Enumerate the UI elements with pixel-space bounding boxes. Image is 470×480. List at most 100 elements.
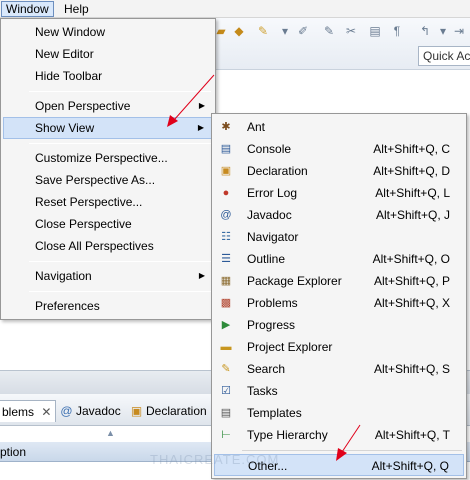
tab-problems[interactable]: blems ✕ bbox=[0, 400, 57, 422]
view-item-shortcut: Alt+Shift+Q, D bbox=[373, 164, 450, 178]
menu-item-customize-perspective[interactable]: Customize Perspective... bbox=[3, 147, 213, 169]
progress-icon: ▶ bbox=[221, 319, 231, 331]
open-type-icon[interactable]: ◆ bbox=[232, 24, 246, 38]
view-item-label: Console bbox=[247, 142, 292, 156]
view-item-navigator[interactable]: ☷ Navigator bbox=[214, 226, 464, 248]
view-item-project-explorer[interactable]: ▬ Project Explorer bbox=[214, 336, 464, 358]
view-item-search[interactable]: ✎ Search Alt+Shift+Q, S bbox=[214, 358, 464, 380]
view-item-label: Templates bbox=[247, 406, 302, 420]
menu-separator bbox=[242, 450, 462, 451]
whitespace-icon[interactable]: ¶ bbox=[390, 24, 404, 38]
view-item-declaration[interactable]: ▣ Declaration Alt+Shift+Q, D bbox=[214, 160, 464, 182]
menu-window[interactable]: Window bbox=[1, 1, 54, 17]
view-item-shortcut: Alt+Shift+Q, J bbox=[375, 208, 450, 222]
menu-help[interactable]: Help bbox=[60, 1, 93, 17]
back-dropdown-icon[interactable]: ▾ bbox=[436, 24, 450, 38]
menu-item-close-all-perspectives[interactable]: Close All Perspectives bbox=[3, 235, 213, 257]
project-explorer-icon: ▬ bbox=[220, 341, 232, 353]
declaration-icon: ▣ bbox=[130, 404, 143, 418]
back-icon[interactable]: ↰ bbox=[418, 24, 432, 38]
view-item-type-hierarchy[interactable]: ⊢ Type Hierarchy Alt+Shift+Q, T bbox=[214, 424, 464, 446]
menu-bar: Window Help bbox=[0, 0, 470, 18]
mark-icon[interactable]: ✎ bbox=[322, 24, 336, 38]
menu-item-new-window[interactable]: New Window bbox=[3, 21, 213, 43]
menu-item-save-perspective-as[interactable]: Save Perspective As... bbox=[3, 169, 213, 191]
edit-icon[interactable]: ✐ bbox=[296, 24, 310, 38]
menu-item-open-perspective[interactable]: Open Perspective ▶ bbox=[3, 95, 213, 117]
pen-icon[interactable]: ✎ bbox=[256, 24, 270, 38]
menu-item-label: Customize Perspective... bbox=[35, 151, 168, 165]
next-annotation-icon[interactable]: ✂ bbox=[344, 24, 358, 38]
open-folder-icon[interactable]: ▰ bbox=[214, 24, 228, 38]
view-item-label: Package Explorer bbox=[247, 274, 342, 288]
view-item-label: Progress bbox=[247, 318, 296, 332]
view-item-label: Javadoc bbox=[247, 208, 292, 222]
close-icon[interactable]: ✕ bbox=[41, 405, 51, 419]
menu-item-reset-perspective[interactable]: Reset Perspective... bbox=[3, 191, 213, 213]
menu-item-label: New Window bbox=[35, 25, 106, 39]
search-icon: ✎ bbox=[221, 363, 231, 375]
menu-separator bbox=[29, 91, 211, 92]
forward-icon[interactable]: ⇥ bbox=[452, 24, 466, 38]
sort-arrow-icon: ▲ bbox=[106, 428, 115, 438]
package-explorer-icon: ▦ bbox=[220, 275, 232, 287]
console-icon: ▤ bbox=[220, 143, 232, 155]
declaration-icon: ▣ bbox=[220, 165, 232, 177]
menu-item-new-editor[interactable]: New Editor bbox=[3, 43, 213, 65]
view-item-javadoc[interactable]: @ Javadoc Alt+Shift+Q, J bbox=[214, 204, 464, 226]
view-item-shortcut: Alt+Shift+Q, P bbox=[373, 274, 450, 288]
view-item-shortcut: Alt+Shift+Q, L bbox=[375, 186, 450, 200]
menu-item-close-perspective[interactable]: Close Perspective bbox=[3, 213, 213, 235]
watermark: THAICREATE.COM bbox=[150, 452, 280, 467]
view-item-problems[interactable]: ▩ Problems Alt+Shift+Q, X bbox=[214, 292, 464, 314]
submenu-arrow-icon: ▶ bbox=[198, 101, 205, 110]
view-item-console[interactable]: ▤ Console Alt+Shift+Q, C bbox=[214, 138, 464, 160]
menu-item-label: Close Perspective bbox=[35, 217, 132, 231]
tab-javadoc[interactable]: @ Javadoc bbox=[56, 400, 125, 422]
tab-label: Javadoc bbox=[76, 404, 121, 418]
view-item-error-log[interactable]: ● Error Log Alt+Shift+Q, L bbox=[214, 182, 464, 204]
view-item-tasks[interactable]: ☑ Tasks bbox=[214, 380, 464, 402]
javadoc-icon: @ bbox=[220, 209, 232, 221]
submenu-arrow-icon: ▶ bbox=[197, 123, 204, 132]
column-header-description[interactable]: ption bbox=[0, 445, 26, 459]
view-item-templates[interactable]: ▤ Templates bbox=[214, 402, 464, 424]
view-item-shortcut: Alt+Shift+Q, X bbox=[373, 296, 450, 310]
view-item-label: Ant bbox=[247, 120, 266, 134]
view-item-shortcut: Alt+Shift+Q, S bbox=[373, 362, 450, 376]
view-item-outline[interactable]: ☰ Outline Alt+Shift+Q, O bbox=[214, 248, 464, 270]
menu-item-navigation[interactable]: Navigation ▶ bbox=[3, 265, 213, 287]
menu-item-hide-toolbar[interactable]: Hide Toolbar bbox=[3, 65, 213, 87]
view-item-shortcut: Alt+Shift+Q, O bbox=[372, 252, 450, 266]
menu-item-label: Save Perspective As... bbox=[35, 173, 156, 187]
block-selection-icon[interactable]: ▤ bbox=[368, 24, 382, 38]
error-log-icon: ● bbox=[222, 187, 230, 199]
navigator-icon: ☷ bbox=[221, 231, 231, 243]
view-item-label: Search bbox=[247, 362, 286, 376]
view-item-ant[interactable]: ✱ Ant bbox=[214, 116, 464, 138]
menu-item-label: Open Perspective bbox=[35, 99, 131, 113]
tab-label: blems bbox=[2, 405, 35, 419]
view-item-label: Declaration bbox=[247, 164, 308, 178]
view-item-shortcut: Alt+Shift+Q, Q bbox=[371, 459, 449, 473]
view-item-label: Navigator bbox=[247, 230, 299, 244]
javadoc-icon: @ bbox=[60, 404, 73, 418]
view-item-label: Problems bbox=[247, 296, 298, 310]
menu-separator bbox=[29, 261, 211, 262]
menu-item-label: Reset Perspective... bbox=[35, 195, 143, 209]
view-item-package-explorer[interactable]: ▦ Package Explorer Alt+Shift+Q, P bbox=[214, 270, 464, 292]
menu-item-show-view[interactable]: Show View ▶ bbox=[3, 117, 213, 139]
tasks-icon: ☑ bbox=[221, 385, 231, 397]
menu-item-label: Navigation bbox=[35, 269, 92, 283]
menu-item-label: Show View bbox=[35, 121, 95, 135]
view-item-label: Project Explorer bbox=[247, 340, 333, 354]
menu-separator bbox=[29, 143, 211, 144]
dropdown-icon[interactable]: ▾ bbox=[278, 24, 292, 38]
quick-access-field[interactable]: Quick Ac bbox=[418, 46, 470, 66]
view-item-label: Outline bbox=[247, 252, 286, 266]
menu-item-preferences[interactable]: Preferences bbox=[3, 295, 213, 317]
view-item-progress[interactable]: ▶ Progress bbox=[214, 314, 464, 336]
window-menu: New Window New Editor Hide Toolbar Open … bbox=[0, 18, 216, 320]
tab-declaration[interactable]: ▣ Declaration bbox=[126, 400, 211, 422]
submenu-arrow-icon: ▶ bbox=[198, 271, 205, 280]
